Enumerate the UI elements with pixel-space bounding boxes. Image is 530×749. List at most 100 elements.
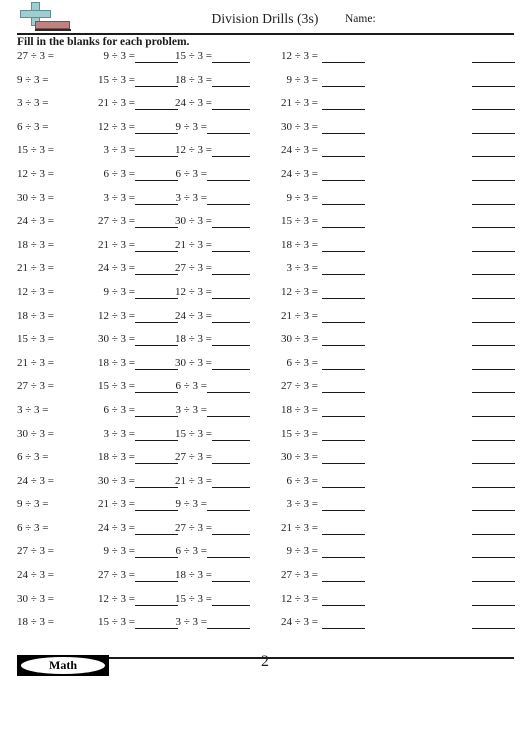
answer-blank-line[interactable] [322, 428, 365, 441]
answer-blank-line[interactable] [135, 97, 178, 111]
answer-blank-line[interactable] [472, 451, 515, 465]
answer-blank-line[interactable] [472, 616, 515, 630]
answer-blank-line[interactable] [135, 74, 178, 87]
answer-blank-line[interactable] [207, 380, 250, 394]
answer-blank-line[interactable] [472, 593, 515, 606]
answer-blank-line[interactable] [135, 239, 178, 252]
answer-blank-line[interactable] [472, 569, 515, 583]
answer-blank-line[interactable] [322, 310, 365, 323]
answer-blank-line[interactable] [472, 428, 515, 441]
answer-blank-line[interactable] [472, 286, 515, 299]
answer-blank-line[interactable] [472, 97, 515, 111]
answer-blank-line[interactable] [135, 522, 178, 535]
answer-blank-line[interactable] [472, 168, 515, 181]
answer-blank-line[interactable] [135, 310, 178, 323]
answer-blank-line[interactable] [322, 144, 365, 158]
answer-blank-line[interactable] [472, 545, 515, 559]
answer-blank-line[interactable] [135, 475, 178, 488]
answer-blank-line[interactable] [472, 144, 515, 158]
answer-blank-line[interactable] [135, 192, 178, 205]
answer-blank-line[interactable] [212, 144, 250, 158]
answer-blank-line[interactable] [472, 404, 515, 417]
answer-blank-line[interactable] [135, 262, 178, 276]
answer-blank-line[interactable] [322, 121, 365, 134]
answer-blank-line[interactable] [472, 357, 515, 370]
answer-blank-line[interactable] [212, 239, 250, 252]
answer-blank-line[interactable] [212, 451, 250, 465]
answer-blank-line[interactable] [135, 498, 178, 512]
answer-blank-line[interactable] [135, 451, 178, 465]
answer-blank-line[interactable] [322, 97, 365, 111]
answer-blank-line[interactable] [135, 593, 178, 606]
answer-blank-line[interactable] [207, 545, 250, 559]
answer-blank-line[interactable] [212, 522, 250, 535]
answer-blank-line[interactable] [212, 262, 250, 276]
answer-blank-line[interactable] [322, 545, 365, 559]
answer-blank-line[interactable] [472, 522, 515, 535]
answer-blank-line[interactable] [322, 404, 365, 417]
answer-blank-line[interactable] [322, 333, 365, 347]
answer-blank-line[interactable] [135, 286, 178, 299]
answer-blank-line[interactable] [472, 310, 515, 323]
answer-blank-line[interactable] [322, 357, 365, 370]
answer-blank-line[interactable] [322, 498, 365, 512]
answer-blank-line[interactable] [135, 404, 178, 417]
answer-blank-line[interactable] [322, 380, 365, 394]
answer-blank-line[interactable] [135, 428, 178, 441]
answer-blank-line[interactable] [472, 333, 515, 347]
answer-blank-line[interactable] [322, 522, 365, 535]
answer-blank-line[interactable] [207, 121, 250, 134]
answer-blank-line[interactable] [322, 593, 365, 606]
answer-blank-line[interactable] [322, 451, 365, 465]
answer-blank-line[interactable] [322, 239, 365, 252]
answer-blank-line[interactable] [135, 50, 178, 63]
answer-blank-line[interactable] [135, 545, 178, 559]
answer-blank-line[interactable] [212, 475, 250, 488]
answer-blank-line[interactable] [472, 50, 515, 63]
answer-blank-line[interactable] [207, 404, 250, 417]
answer-blank-line[interactable] [212, 286, 250, 299]
answer-blank-line[interactable] [212, 97, 250, 111]
answer-blank-line[interactable] [135, 380, 178, 394]
answer-blank-line[interactable] [212, 310, 250, 323]
answer-blank-line[interactable] [472, 74, 515, 87]
answer-blank-line[interactable] [322, 50, 365, 63]
answer-blank-line[interactable] [322, 168, 365, 181]
answer-blank-line[interactable] [322, 286, 365, 299]
answer-blank-line[interactable] [212, 357, 250, 370]
answer-blank-line[interactable] [135, 333, 178, 347]
answer-blank-line[interactable] [472, 498, 515, 512]
answer-blank-line[interactable] [472, 215, 515, 229]
answer-blank-line[interactable] [212, 569, 250, 583]
answer-blank-line[interactable] [207, 616, 250, 630]
answer-blank-line[interactable] [212, 428, 250, 441]
answer-blank-line[interactable] [212, 215, 250, 229]
answer-blank-line[interactable] [322, 74, 365, 87]
answer-blank-line[interactable] [212, 333, 250, 347]
answer-blank-line[interactable] [212, 50, 250, 63]
answer-blank-line[interactable] [207, 168, 250, 181]
answer-blank-line[interactable] [212, 593, 250, 606]
answer-blank-line[interactable] [322, 262, 365, 276]
answer-blank-line[interactable] [212, 74, 250, 87]
answer-blank-line[interactable] [322, 215, 365, 229]
answer-blank-line[interactable] [135, 144, 178, 158]
answer-blank-line[interactable] [472, 380, 515, 394]
answer-blank-line[interactable] [135, 569, 178, 583]
answer-blank-line[interactable] [322, 192, 365, 205]
answer-blank-line[interactable] [472, 475, 515, 488]
answer-blank-line[interactable] [472, 262, 515, 276]
answer-blank-line[interactable] [135, 215, 178, 229]
answer-blank-line[interactable] [135, 616, 178, 630]
answer-blank-line[interactable] [472, 192, 515, 205]
answer-blank-line[interactable] [207, 498, 250, 512]
answer-blank-line[interactable] [135, 357, 178, 370]
answer-blank-line[interactable] [322, 475, 365, 488]
answer-blank-line[interactable] [135, 168, 178, 181]
answer-blank-line[interactable] [472, 239, 515, 252]
answer-blank-line[interactable] [472, 121, 515, 134]
answer-blank-line[interactable] [322, 569, 365, 583]
answer-blank-line[interactable] [135, 121, 178, 134]
answer-blank-line[interactable] [207, 192, 250, 205]
answer-blank-line[interactable] [322, 616, 365, 630]
